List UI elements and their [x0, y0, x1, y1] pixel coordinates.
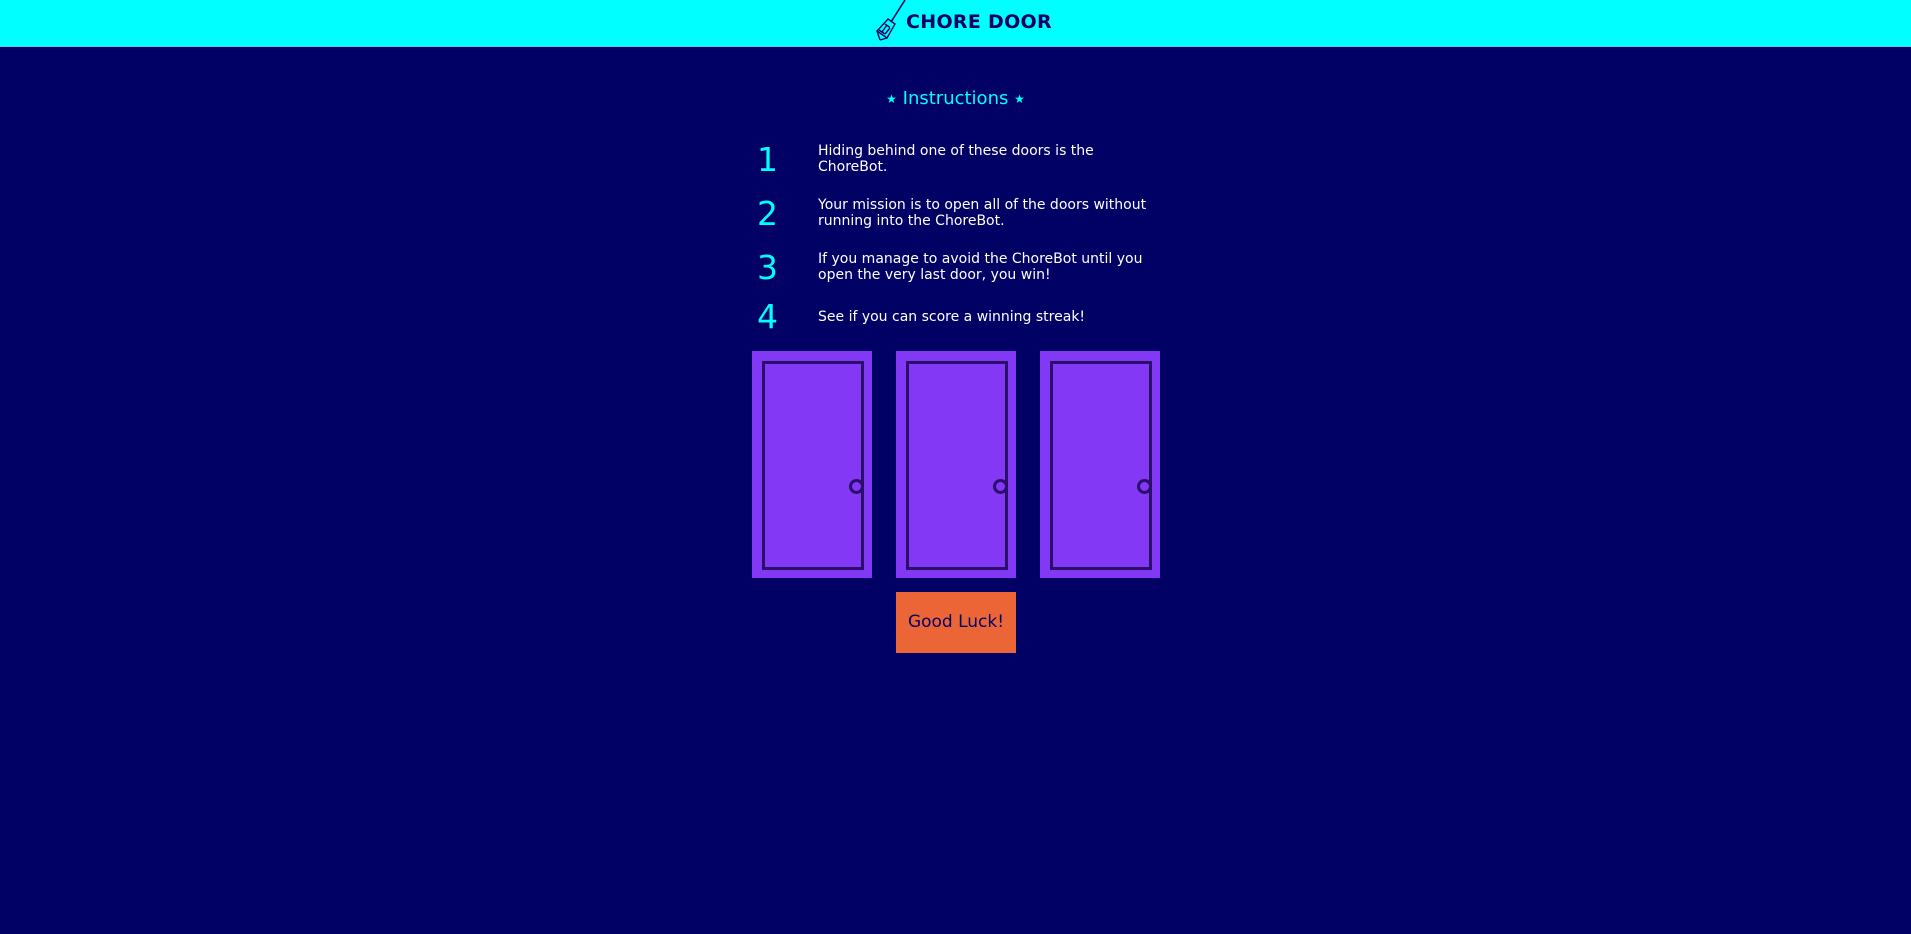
step-number: 4 [757, 297, 778, 336]
closed-door-icon [1050, 361, 1152, 570]
start-button[interactable]: Good Luck! [896, 592, 1016, 653]
instructions-heading-label: Instructions [902, 88, 1009, 109]
door-knob-icon [1137, 479, 1152, 494]
door-1[interactable] [752, 351, 872, 578]
broom-icon [875, 0, 906, 41]
door-2[interactable] [896, 351, 1016, 578]
door-3[interactable] [1040, 351, 1160, 578]
closed-door-icon [762, 361, 864, 570]
star-icon: ★ [886, 92, 897, 106]
header-bar: CHORE DOOR [0, 0, 1911, 47]
closed-door-icon [906, 361, 1008, 570]
instructions-heading: ★ Instructions ★ [0, 88, 1911, 109]
door-knob-icon [993, 479, 1008, 494]
step-text: See if you can score a winning streak! [818, 309, 1086, 325]
door-knob-icon [849, 479, 864, 494]
app-title: CHORE DOOR [906, 11, 1052, 33]
step-text: Hiding behind one of these doors is the … [818, 143, 1094, 175]
step-number: 3 [757, 248, 778, 287]
step-text: If you manage to avoid the ChoreBot unti… [818, 251, 1143, 283]
step-number: 2 [757, 194, 778, 233]
star-icon: ★ [1014, 92, 1025, 106]
step-number: 1 [757, 140, 778, 179]
step-text: Your mission is to open all of the doors… [818, 197, 1147, 229]
